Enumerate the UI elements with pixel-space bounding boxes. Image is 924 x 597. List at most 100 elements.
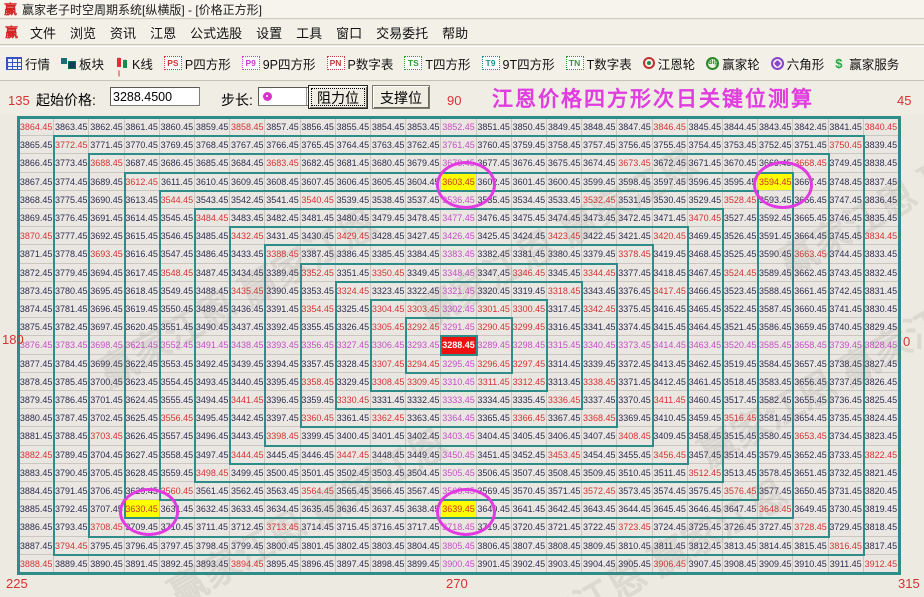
price-cell: 3539.45: [336, 191, 371, 209]
price-cell: 3865.45: [19, 136, 54, 154]
price-cell: 3725.45: [688, 518, 723, 536]
price-cell: 3766.45: [265, 136, 300, 154]
price-cell: 3645.45: [653, 500, 688, 518]
price-cell: 3550.45: [160, 300, 195, 318]
price-cell: 3596.45: [688, 173, 723, 191]
price-cell: 3492.45: [195, 355, 230, 373]
price-cell: 3749.45: [829, 154, 864, 172]
letter-icon: T9: [482, 56, 500, 70]
price-cell: 3552.45: [160, 336, 195, 354]
price-cell: 3686.45: [160, 154, 195, 172]
menu-item-江恩[interactable]: 江恩: [143, 21, 183, 44]
price-cell: 3715.45: [336, 518, 371, 536]
price-cell: 3454.45: [582, 446, 617, 464]
toolbar-button-9T四方形[interactable]: T99T四方形: [482, 54, 555, 73]
price-cell: 3876.45: [19, 336, 54, 354]
menu-item-公式选股[interactable]: 公式选股: [183, 21, 249, 44]
price-cell: 3308.45: [371, 373, 406, 391]
price-cell: 3485.45: [195, 227, 230, 245]
price-cell: 3675.45: [547, 154, 582, 172]
price-cell: 3627.45: [125, 446, 160, 464]
toolbar-button-板块[interactable]: 板块: [61, 54, 104, 73]
price-cell: 3338.45: [582, 373, 617, 391]
price-cell: 3866.45: [19, 154, 54, 172]
menu-item-工具[interactable]: 工具: [289, 21, 329, 44]
letter-icon: PN: [327, 56, 345, 70]
price-cell: 3532.45: [582, 191, 617, 209]
price-cell: 3401.45: [371, 427, 406, 445]
menu-item-设置[interactable]: 设置: [249, 21, 289, 44]
price-cell: 3688.45: [89, 154, 124, 172]
support-button[interactable]: 支撑位: [372, 85, 430, 109]
price-cell: 3504.45: [406, 464, 441, 482]
price-cell: 3410.45: [653, 409, 688, 427]
letter-icon: TN: [566, 56, 584, 70]
toolbar-button-9P四方形[interactable]: P99P四方形: [242, 54, 316, 73]
price-cell: 3667.45: [793, 173, 828, 191]
price-cell: 3441.45: [230, 391, 265, 409]
price-cell: 3719.45: [477, 518, 512, 536]
toolbar-label: 板块: [79, 54, 104, 73]
price-cell: 3494.45: [195, 391, 230, 409]
price-cell: 3293.45: [406, 336, 441, 354]
menu-item-资讯[interactable]: 资讯: [103, 21, 143, 44]
app-logo-icon: 赢: [4, 3, 17, 16]
price-cell: 3735.45: [829, 409, 864, 427]
price-cell: 3698.45: [89, 336, 124, 354]
price-cell: 3548.45: [160, 264, 195, 282]
menu-item-文件[interactable]: 文件: [23, 21, 63, 44]
price-cell: 3306.45: [371, 336, 406, 354]
toolbar-button-江恩轮[interactable]: 江恩轮: [643, 54, 696, 73]
price-cell: 3613.45: [125, 191, 160, 209]
toolbar-button-行情[interactable]: 行情: [6, 54, 50, 73]
price-cell: 3857.45: [265, 118, 300, 136]
price-cell: 3357.45: [301, 355, 336, 373]
price-cell: 3610.45: [195, 173, 230, 191]
price-cell: 3743.45: [829, 264, 864, 282]
price-cell: 3479.45: [371, 209, 406, 227]
price-cell: 3816.45: [829, 537, 864, 555]
resistance-button[interactable]: 阻力位: [308, 85, 368, 109]
menu-item-交易委托[interactable]: 交易委托: [369, 21, 435, 44]
toolbar-button-T数字表[interactable]: TNT数字表: [566, 54, 632, 73]
price-cell: 3452.45: [512, 446, 547, 464]
menu-item-窗口[interactable]: 窗口: [329, 21, 369, 44]
start-price-input[interactable]: [110, 87, 200, 106]
price-cell: 3337.45: [582, 391, 617, 409]
toolbar-button-赢家轮[interactable]: Big赢家轮: [706, 54, 760, 73]
price-cell: 3622.45: [125, 355, 160, 373]
price-cell: 3520.45: [723, 336, 758, 354]
price-cell: 3329.45: [336, 373, 371, 391]
price-cell: 3580.45: [758, 427, 793, 445]
price-cell: 3482.45: [265, 209, 300, 227]
price-cell: 3456.45: [653, 446, 688, 464]
price-cell: 3886.45: [19, 518, 54, 536]
price-cell: 3625.45: [125, 409, 160, 427]
price-cell: 3630.45: [125, 500, 160, 518]
menu-item-帮助[interactable]: 帮助: [435, 21, 475, 44]
toolbar-button-K线[interactable]: K线: [115, 54, 153, 73]
price-cell: 3509.45: [582, 464, 617, 482]
price-cell: 3700.45: [89, 373, 124, 391]
price-cell: 3606.45: [336, 173, 371, 191]
price-cell: 3856.45: [301, 118, 336, 136]
toolbar-button-P四方形[interactable]: PSP四方形: [164, 54, 231, 73]
price-cell: 3545.45: [160, 209, 195, 227]
price-cell: 3640.45: [477, 500, 512, 518]
price-cell: 3668.45: [793, 154, 828, 172]
price-cell: 3755.45: [653, 136, 688, 154]
price-cell: 3396.45: [265, 391, 300, 409]
price-cell: 3662.45: [793, 264, 828, 282]
toolbar-button-六角形[interactable]: 六角形: [771, 54, 825, 73]
price-cell: 3779.45: [54, 264, 89, 282]
price-cell: 3628.45: [125, 464, 160, 482]
price-cell: 3676.45: [512, 154, 547, 172]
toolbar-button-赢家服务[interactable]: $赢家服务: [835, 54, 899, 73]
price-cell: 3569.45: [477, 482, 512, 500]
toolbar-button-T四方形[interactable]: TST四方形: [404, 54, 470, 73]
toolbar-button-P数字表[interactable]: PNP数字表: [327, 54, 394, 73]
price-cell: 3638.45: [406, 500, 441, 518]
price-cell: 3731.45: [829, 482, 864, 500]
price-cell: 3343.45: [582, 282, 617, 300]
menu-item-浏览[interactable]: 浏览: [63, 21, 103, 44]
